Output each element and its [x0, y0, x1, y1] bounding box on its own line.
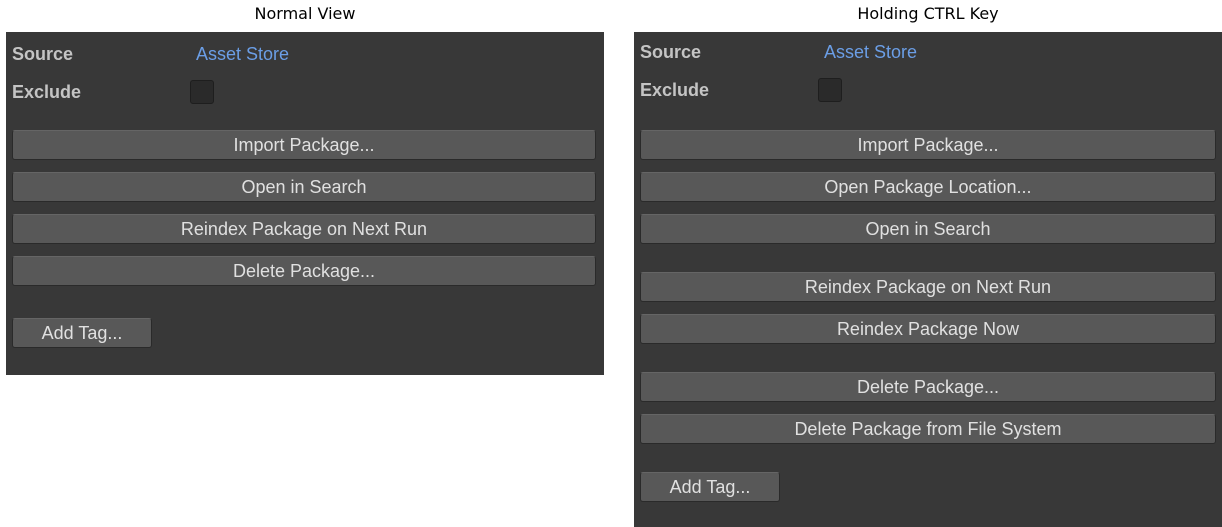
reindex-next-run-button[interactable]: Reindex Package on Next Run	[12, 214, 596, 244]
source-label: Source	[640, 42, 702, 62]
source-label: Source	[12, 44, 74, 64]
delete-package-button[interactable]: Delete Package...	[12, 256, 596, 286]
normal-view-panel: Source Asset Store Exclude Import Packag…	[6, 32, 604, 375]
import-package-button[interactable]: Import Package...	[640, 130, 1216, 160]
reindex-next-run-button[interactable]: Reindex Package on Next Run	[640, 272, 1216, 302]
holding-ctrl-caption: Holding CTRL Key	[857, 4, 999, 23]
import-package-button[interactable]: Import Package...	[12, 130, 596, 160]
normal-view-caption: Normal View	[254, 4, 356, 23]
open-in-search-button[interactable]: Open in Search	[640, 214, 1216, 244]
open-package-location-button[interactable]: Open Package Location...	[640, 172, 1216, 202]
exclude-checkbox[interactable]	[818, 78, 842, 102]
delete-package-button[interactable]: Delete Package...	[640, 372, 1216, 402]
exclude-label: Exclude	[640, 80, 710, 100]
source-value: Asset Store	[824, 42, 918, 62]
holding-ctrl-panel: Source Asset Store Exclude Import Packag…	[634, 32, 1222, 527]
reindex-now-button[interactable]: Reindex Package Now	[640, 314, 1216, 344]
open-in-search-button[interactable]: Open in Search	[12, 172, 596, 202]
add-tag-button[interactable]: Add Tag...	[12, 318, 152, 348]
add-tag-button[interactable]: Add Tag...	[640, 472, 780, 502]
source-value: Asset Store	[196, 44, 290, 64]
delete-from-file-system-button[interactable]: Delete Package from File System	[640, 414, 1216, 444]
exclude-label: Exclude	[12, 82, 82, 102]
exclude-checkbox[interactable]	[190, 80, 214, 104]
